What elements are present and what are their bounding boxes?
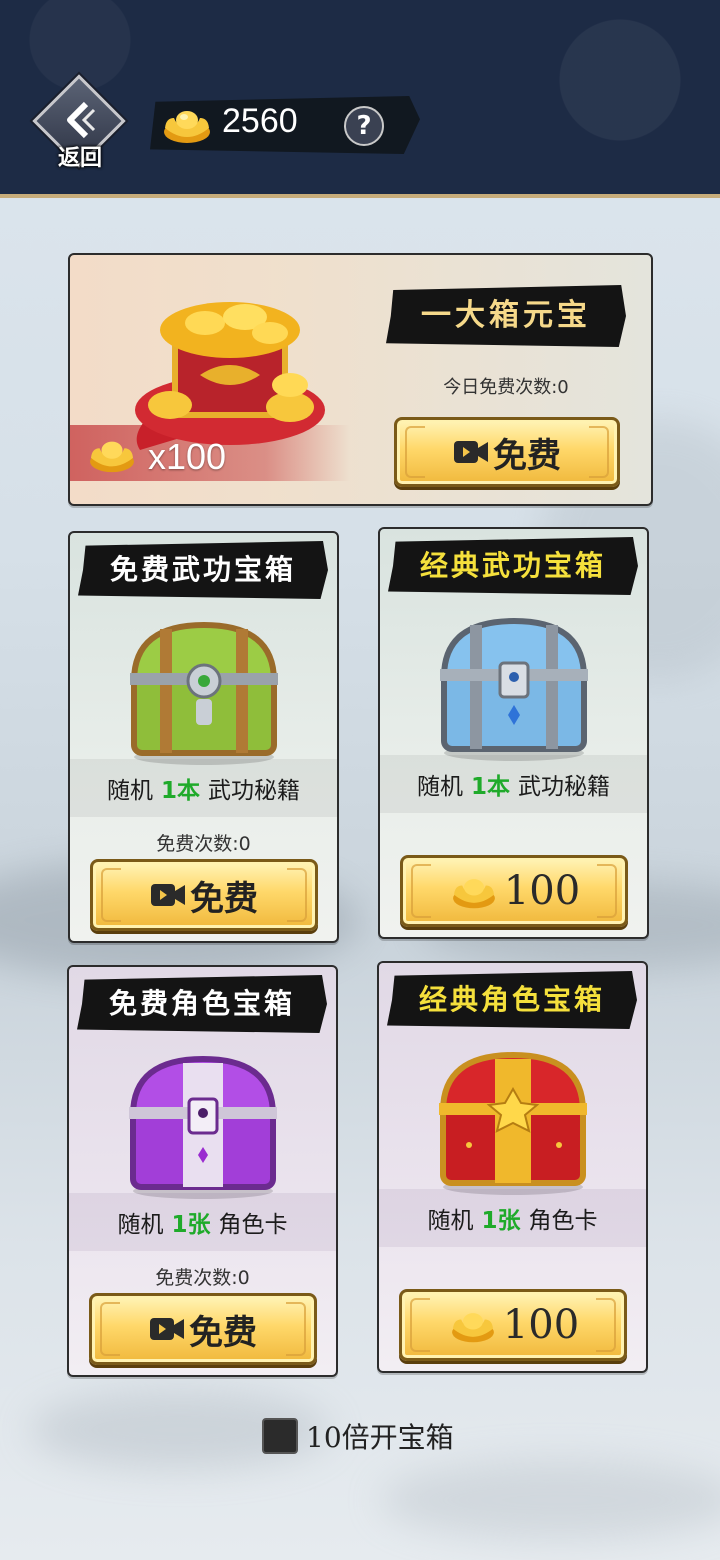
card-title: 经典武功宝箱 [388, 537, 638, 595]
free-button-label: 免费 [493, 435, 561, 476]
buy-button[interactable]: 100 [400, 855, 628, 927]
gold-ingot-icon [452, 879, 495, 909]
back-button[interactable]: 返回 [30, 74, 130, 180]
free-open-button[interactable]: 免费 [89, 1293, 317, 1365]
card-title: 免费角色宝箱 [77, 975, 327, 1033]
featured-free-button[interactable]: 免费 [394, 417, 620, 487]
ten-times-toggle[interactable]: 10倍开宝箱 [262, 1416, 454, 1456]
reward-amount: x100 [148, 436, 227, 477]
back-label: 返回 [57, 146, 102, 171]
card-title: 经典角色宝箱 [387, 971, 637, 1029]
free-button-label: 免费 [189, 1312, 257, 1353]
info-suffix: 角色卡 [528, 1208, 598, 1234]
card-title: 免费武功宝箱 [78, 541, 328, 599]
classic-role-chest-card: 经典角色宝箱 随机 1张 角色卡 100 [377, 961, 648, 1373]
ten-times-label: 10倍开宝箱 [306, 1421, 454, 1454]
back-arrow-icon [67, 101, 96, 139]
gold-ingot-icon [451, 1313, 494, 1343]
gold-chest-icon [135, 302, 325, 450]
video-icon [454, 441, 488, 463]
purple-chest-icon [129, 1055, 277, 1199]
gold-ingot-icon [164, 111, 210, 143]
info-suffix: 武功秘籍 [208, 778, 300, 804]
info-prefix: 随机 [416, 774, 463, 800]
top-bar: 返回 2560 ? [0, 0, 720, 198]
card-info: 随机 1本 武功秘籍 [70, 759, 337, 817]
card-info: 随机 1本 武功秘籍 [380, 755, 647, 813]
info-prefix: 随机 [106, 778, 153, 804]
info-prefix: 随机 [117, 1212, 164, 1238]
info-count: 1本 [160, 778, 200, 804]
price-label: 100 [502, 1302, 580, 1348]
blue-chest-icon [440, 617, 588, 761]
help-button[interactable]: ? [344, 106, 384, 146]
featured-title: 一大箱元宝 [386, 285, 626, 347]
gold-ingot-icon [90, 441, 134, 473]
info-count: 1张 [171, 1212, 211, 1238]
free-count: 免费次数:0 [155, 1267, 250, 1289]
free-count: 免费次数:0 [156, 833, 251, 855]
currency-panel: 2560 ? [150, 96, 420, 154]
card-info: 随机 1张 角色卡 [69, 1193, 336, 1251]
ten-times-checkbox[interactable] [262, 1418, 298, 1454]
green-chest-icon [130, 621, 278, 765]
card-info: 随机 1张 角色卡 [379, 1189, 646, 1247]
video-icon [151, 884, 185, 906]
info-count: 1本 [470, 774, 510, 800]
free-role-chest-card: 免费角色宝箱 随机 1张 角色卡 免费次数:0 免费 [67, 965, 338, 1377]
free-martial-chest-card: 免费武功宝箱 随机 1本 武功秘籍 免费次数:0 免费 [68, 531, 339, 943]
info-suffix: 武功秘籍 [518, 774, 610, 800]
info-prefix: 随机 [427, 1208, 474, 1234]
video-icon [150, 1318, 184, 1340]
info-count: 1张 [481, 1208, 521, 1234]
currency-value: 2560 [222, 102, 298, 140]
free-open-button[interactable]: 免费 [90, 859, 318, 931]
free-button-label: 免费 [190, 878, 258, 919]
classic-martial-chest-card: 经典武功宝箱 随机 1本 武功秘籍 100 [378, 527, 649, 939]
buy-button[interactable]: 100 [399, 1289, 627, 1361]
daily-free-count: 今日免费次数:0 [443, 377, 569, 398]
price-label: 100 [503, 868, 581, 914]
featured-gold-chest-card: x100 一大箱元宝 今日免费次数:0 免费 [68, 253, 653, 506]
red-chest-icon [439, 1051, 587, 1195]
info-suffix: 角色卡 [218, 1212, 288, 1238]
